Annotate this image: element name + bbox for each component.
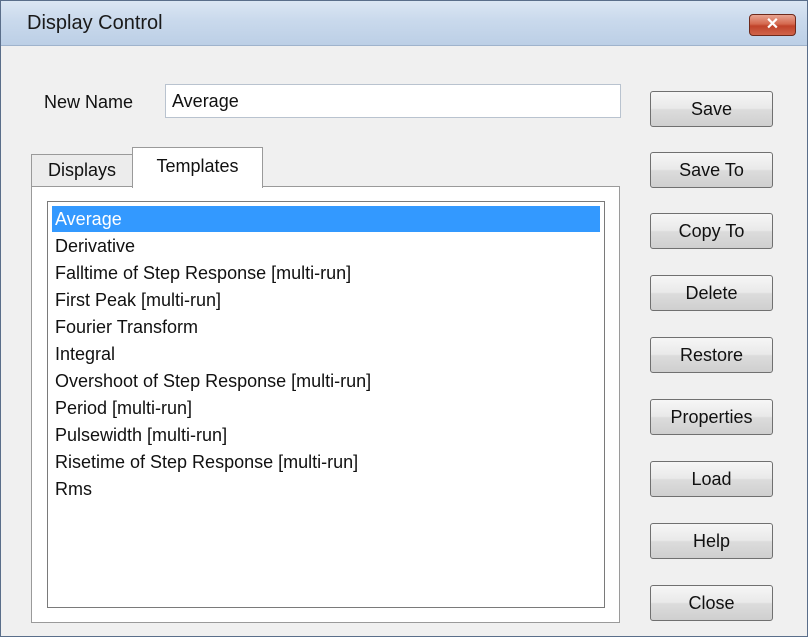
- tab-displays[interactable]: Displays: [31, 154, 133, 186]
- new-name-input[interactable]: [165, 84, 621, 118]
- list-item-integral[interactable]: Integral: [52, 341, 600, 367]
- list-item-risetime[interactable]: Risetime of Step Response [multi-run]: [52, 449, 600, 475]
- delete-button[interactable]: Delete: [650, 275, 773, 311]
- list-item-derivative[interactable]: Derivative: [52, 233, 600, 259]
- close-window-button[interactable]: ✕: [749, 14, 796, 36]
- list-item-first-peak[interactable]: First Peak [multi-run]: [52, 287, 600, 313]
- help-button[interactable]: Help: [650, 523, 773, 559]
- save-button[interactable]: Save: [650, 91, 773, 127]
- list-item-overshoot[interactable]: Overshoot of Step Response [multi-run]: [52, 368, 600, 394]
- new-name-label: New Name: [44, 92, 134, 112]
- list-item-period[interactable]: Period [multi-run]: [52, 395, 600, 421]
- list-item-pulsewidth[interactable]: Pulsewidth [multi-run]: [52, 422, 600, 448]
- title-bar: Display Control ✕: [1, 1, 807, 46]
- tab-displays-label: Displays: [47, 160, 117, 180]
- restore-button[interactable]: Restore: [650, 337, 773, 373]
- list-item-rms[interactable]: Rms: [52, 476, 600, 502]
- templates-listbox[interactable]: Average Derivative Falltime of Step Resp…: [47, 201, 605, 608]
- display-control-dialog: Display Control ✕ New Name Displays Temp…: [0, 0, 808, 637]
- list-item-falltime[interactable]: Falltime of Step Response [multi-run]: [52, 260, 600, 286]
- save-to-button[interactable]: Save To: [650, 152, 773, 188]
- copy-to-button[interactable]: Copy To: [650, 213, 773, 249]
- list-item-average[interactable]: Average: [52, 206, 600, 232]
- close-icon: ✕: [765, 16, 780, 33]
- window-title: Display Control: [27, 12, 163, 34]
- list-item-fourier-transform[interactable]: Fourier Transform: [52, 314, 600, 340]
- tab-templates[interactable]: Templates: [132, 147, 263, 188]
- load-button[interactable]: Load: [650, 461, 773, 497]
- tab-templates-label: Templates: [156, 156, 239, 176]
- properties-button[interactable]: Properties: [650, 399, 773, 435]
- close-button[interactable]: Close: [650, 585, 773, 621]
